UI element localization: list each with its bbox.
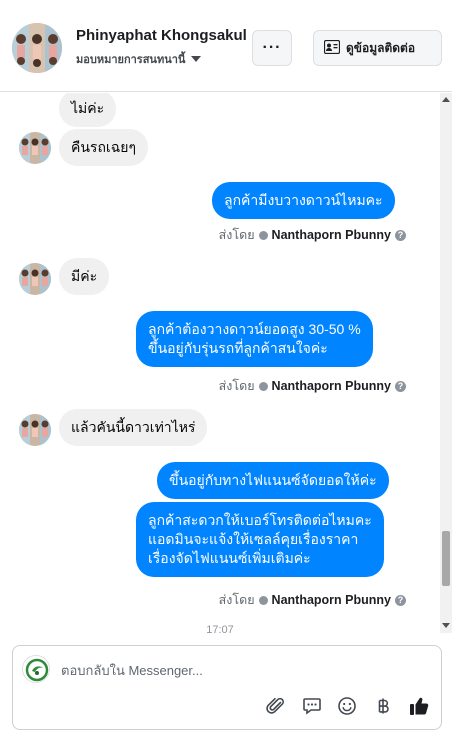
incoming-message: ไม่ค่ะ bbox=[59, 93, 117, 127]
reply-input[interactable]: ตอบกลับใน Messenger... bbox=[61, 660, 203, 681]
contact-name: Phinyaphat Khongsakul bbox=[76, 27, 247, 44]
thread-scrollbar[interactable] bbox=[440, 93, 452, 633]
conversation-header: Phinyaphat Khongsakul มอบหมายการสนทนานี้… bbox=[0, 0, 452, 92]
verified-icon bbox=[258, 381, 268, 391]
scroll-down-icon[interactable] bbox=[442, 623, 450, 628]
verified-icon bbox=[258, 595, 268, 605]
help-icon[interactable]: ? bbox=[395, 594, 406, 606]
agent-name: Nanthaporn Pbunny bbox=[271, 379, 391, 393]
message-line: เรื่องจัดไฟแนนซ์เพิ่มเติมค่ะ bbox=[148, 550, 311, 566]
incoming-message: คืนรถเฉยๆ bbox=[59, 129, 148, 166]
agent-name: Nanthaporn Pbunny bbox=[271, 228, 391, 242]
view-contact-button[interactable]: ดูข้อมูลติดต่อ bbox=[313, 30, 442, 66]
message-thread[interactable]: ไม่ค่ะ คืนรถเฉยๆ ลูกค้ามีงบวางดาวน์ไหมคะ… bbox=[0, 93, 440, 633]
chevron-down-icon bbox=[191, 56, 202, 62]
sent-by-label: ส่งโดย bbox=[218, 228, 255, 242]
scrollbar-thumb[interactable] bbox=[442, 531, 450, 586]
more-icon: ··· bbox=[262, 39, 282, 56]
message-line: ลูกค้าต้องวางดาวน์ยอดสูง 30-50 % bbox=[148, 321, 361, 337]
assign-conversation-dropdown[interactable]: มอบหมายการสนทนานี้ bbox=[76, 50, 202, 68]
message-timestamp: 17:07 bbox=[206, 624, 234, 633]
sent-by-info: ส่งโดย Nanthaporn Pbunny ? bbox=[219, 590, 406, 610]
assign-label: มอบหมายการสนทนานี้ bbox=[76, 54, 186, 66]
agent-name: Nanthaporn Pbunny bbox=[271, 593, 391, 607]
chat-bubble-icon[interactable] bbox=[300, 694, 324, 718]
help-icon[interactable]: ? bbox=[395, 380, 406, 392]
help-icon[interactable]: ? bbox=[395, 229, 406, 241]
verified-icon bbox=[258, 230, 268, 240]
baht-icon[interactable] bbox=[371, 694, 395, 718]
sent-by-info: ส่งโดย Nanthaporn Pbunny ? bbox=[219, 376, 406, 396]
outgoing-message: ลูกค้าสะดวกให้เบอร์โทรติดต่อไหมคะ แอดมิน… bbox=[136, 502, 384, 577]
sent-by-label: ส่งโดย bbox=[218, 593, 255, 607]
contact-avatar-small bbox=[19, 263, 51, 295]
contact-avatar-small bbox=[19, 414, 51, 446]
message-line: แอดมินจะแจ้งให้เซลล์คุยเรื่องราคา bbox=[148, 531, 359, 547]
outgoing-message: ขึ้นอยู่กับทางไฟแนนซ์จัดยอดให้ค่ะ bbox=[157, 462, 389, 499]
contact-avatar-small bbox=[19, 132, 51, 164]
contact-card-icon bbox=[323, 39, 341, 57]
incoming-message: มีค่ะ bbox=[59, 258, 110, 295]
incoming-message: แล้วคันนี้ดาวเท่าไหร่ bbox=[59, 409, 208, 446]
message-line: ลูกค้าสะดวกให้เบอร์โทรติดต่อไหมคะ bbox=[148, 512, 372, 528]
outgoing-message: ลูกค้าต้องวางดาวน์ยอดสูง 30-50 % ขึ้นอยู… bbox=[136, 311, 373, 367]
emoji-icon[interactable] bbox=[335, 694, 359, 718]
more-options-button[interactable]: ··· bbox=[252, 30, 292, 66]
contact-avatar[interactable] bbox=[12, 23, 62, 73]
thumbs-up-icon[interactable] bbox=[407, 694, 431, 718]
attachment-icon[interactable] bbox=[264, 694, 288, 718]
reply-composer[interactable]: ตอบกลับใน Messenger... bbox=[12, 645, 442, 730]
outgoing-message: ลูกค้ามีงบวางดาวน์ไหมคะ bbox=[212, 182, 395, 219]
page-avatar bbox=[22, 655, 50, 683]
message-line: ขึ้นอยู่กับรุ่นรถที่ลูกค้าสนใจค่ะ bbox=[148, 340, 328, 356]
sent-by-label: ส่งโดย bbox=[218, 379, 255, 393]
sent-by-info: ส่งโดย Nanthaporn Pbunny ? bbox=[219, 225, 406, 245]
scroll-up-icon[interactable] bbox=[442, 97, 450, 102]
view-contact-label: ดูข้อมูลติดต่อ bbox=[346, 40, 416, 55]
